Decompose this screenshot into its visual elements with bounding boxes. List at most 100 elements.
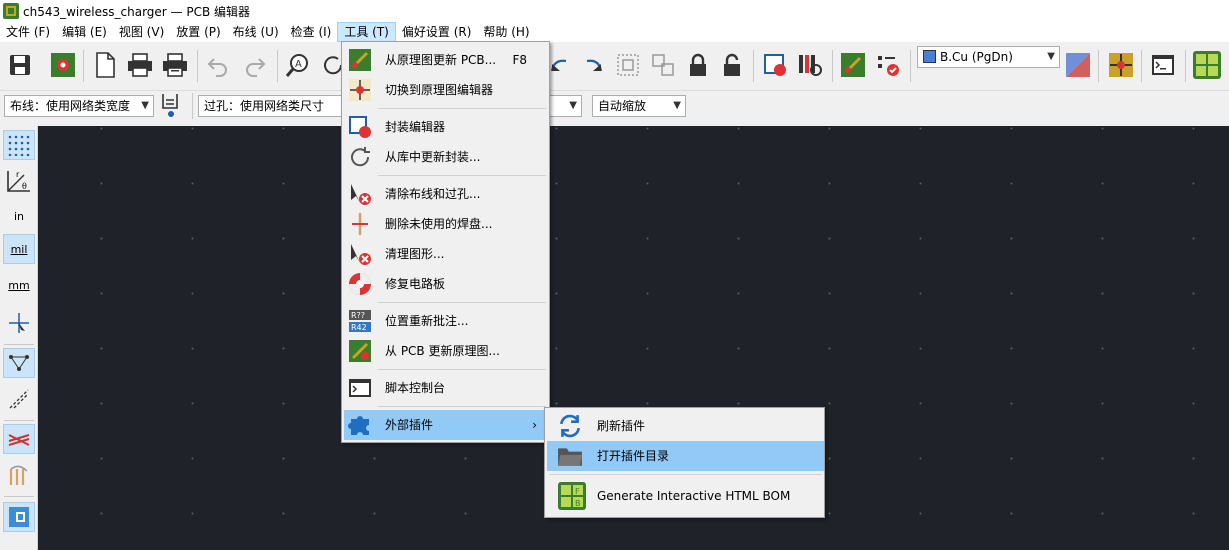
menu-item-switch-to-schematic[interactable]: 切换到原理图编辑器 xyxy=(344,75,547,105)
menu-item-open-plugin-directory[interactable]: 打开插件目录 xyxy=(547,441,824,471)
unlock-icon[interactable] xyxy=(717,50,747,80)
layer-select-value: B.Cu (PgDn) xyxy=(940,50,1013,64)
menu-item-repair-board[interactable]: 修复电路板 xyxy=(344,269,547,299)
schematic-editor-icon xyxy=(349,79,371,101)
menu-preferences[interactable]: 偏好设置 (R) xyxy=(396,22,478,42)
footprint-editor-icon xyxy=(349,116,371,138)
svg-text:r: r xyxy=(16,170,20,179)
menu-item-refresh-plugins[interactable]: 刷新插件 xyxy=(547,411,824,441)
chevron-down-icon: ▼ xyxy=(1047,51,1055,62)
page-settings-icon[interactable] xyxy=(90,50,120,80)
menu-item-remove-unused-pads[interactable]: 删除未使用的焊盘... xyxy=(344,209,547,239)
svg-text:B: B xyxy=(575,499,581,508)
group-icon[interactable] xyxy=(613,50,643,80)
menu-item-update-schematic[interactable]: 从 PCB 更新原理图... xyxy=(344,336,547,366)
print-icon[interactable] xyxy=(125,50,155,80)
secondary-toolbar: 布线：使用网络类宽度 ▼ 过孔：使用网络类尺寸 ▼ 自动缩放 ▼ xyxy=(0,91,1229,121)
ibom-icon[interactable] xyxy=(1192,50,1222,80)
refresh-icon xyxy=(351,147,370,167)
undo-icon[interactable] xyxy=(203,50,233,80)
chevron-down-icon: ▼ xyxy=(141,100,149,111)
update-schematic-icon xyxy=(349,340,371,362)
chevron-down-icon: ▼ xyxy=(673,100,681,111)
reannotate-icon: R?? R42 xyxy=(349,310,371,332)
left-toolbar: rθ in mil mm xyxy=(0,126,38,550)
library-browser-icon[interactable] xyxy=(795,50,825,80)
layer-color-swatch xyxy=(923,50,936,63)
scripting-console-icon[interactable] xyxy=(1148,50,1178,80)
menu-item-geographic-reannotate[interactable]: R?? R42 位置重新批注... xyxy=(344,306,547,336)
menu-item-update-footprints[interactable]: 从库中更新封装... xyxy=(344,142,547,172)
net-highlight-icon[interactable] xyxy=(3,424,35,454)
units-mm-button[interactable]: mm xyxy=(3,270,35,300)
ibom-icon: FB xyxy=(558,482,586,510)
zoom-select[interactable]: 自动缩放 ▼ xyxy=(592,95,686,117)
delete-cursor-icon xyxy=(351,184,371,205)
plot-icon[interactable] xyxy=(160,50,190,80)
units-inches-button[interactable]: in xyxy=(3,202,35,232)
main-toolbar: A B.Cu (PgDn) ▼ xyxy=(0,42,1229,91)
grid-toggle-icon[interactable] xyxy=(3,130,35,160)
svg-text:R42: R42 xyxy=(351,323,367,332)
footprint-editor-icon[interactable] xyxy=(760,50,790,80)
units-mils-button[interactable]: mil xyxy=(3,234,35,264)
layer-pair-icon[interactable] xyxy=(1063,50,1093,80)
ungroup-icon[interactable] xyxy=(648,50,678,80)
save-icon[interactable] xyxy=(5,50,35,80)
console-icon xyxy=(349,379,371,397)
title-bar: ch543_wireless_charger — PCB 编辑器 xyxy=(0,0,1229,22)
refresh-icon xyxy=(560,414,580,438)
unused-pads-icon xyxy=(352,213,368,235)
grid-select[interactable]: ▼ xyxy=(548,95,582,117)
window-title: ch543_wireless_charger — PCB 编辑器 xyxy=(23,4,251,19)
menu-item-scripting-console[interactable]: 脚本控制台 xyxy=(344,373,547,403)
track-width-icon[interactable] xyxy=(157,91,185,119)
menu-edit[interactable]: 编辑 (E) xyxy=(56,22,113,42)
cursor-crosshair-icon[interactable] xyxy=(3,308,35,338)
polar-coords-icon[interactable]: rθ xyxy=(3,166,35,196)
menu-inspect[interactable]: 检查 (I) xyxy=(285,22,338,42)
menu-item-external-plugins[interactable]: 外部插件 › xyxy=(344,410,547,440)
svg-text:R??: R?? xyxy=(351,311,365,320)
menu-item-generate-ibom[interactable]: FB Generate Interactive HTML BOM xyxy=(547,478,824,514)
drc-icon[interactable] xyxy=(873,50,903,80)
submenu-separator xyxy=(549,474,822,475)
ratsnest-icon[interactable] xyxy=(3,348,35,378)
tools-menu: 从原理图更新 PCB... F8 切换到原理图编辑器 封装编辑器 从库中更新封装… xyxy=(341,41,550,443)
repair-icon xyxy=(349,273,371,295)
via-size-select[interactable]: 过孔：使用网络类尺寸 xyxy=(198,95,343,117)
track-width-select[interactable]: 布线：使用网络类宽度 ▼ xyxy=(4,95,154,117)
menu-item-footprint-editor[interactable]: 封装编辑器 xyxy=(344,112,547,142)
menu-item-cleanup-graphics[interactable]: 清理图形... xyxy=(344,239,547,269)
menu-place[interactable]: 放置 (P) xyxy=(170,22,226,42)
menu-item-update-pcb[interactable]: 从原理图更新 PCB... F8 xyxy=(344,45,547,75)
svg-text:θ: θ xyxy=(22,182,27,191)
show-pads-icon[interactable] xyxy=(3,460,35,490)
menu-route[interactable]: 布线 (U) xyxy=(227,22,285,42)
redo-icon[interactable] xyxy=(240,50,270,80)
zoom-value: 自动缩放 xyxy=(598,99,647,113)
submenu-arrow-icon: › xyxy=(532,418,537,432)
via-size-value: 过孔：使用网络类尺寸 xyxy=(204,99,325,113)
svg-text:A: A xyxy=(295,59,302,70)
menu-tools[interactable]: 工具 (T) xyxy=(337,22,396,42)
delete-cursor-icon xyxy=(351,244,371,265)
rotate-cw-icon[interactable] xyxy=(578,50,608,80)
menu-view[interactable]: 视图 (V) xyxy=(113,22,170,42)
zone-fill-icon[interactable] xyxy=(3,502,35,532)
update-pcb-icon[interactable] xyxy=(838,50,868,80)
lock-icon[interactable] xyxy=(683,50,713,80)
layer-select[interactable]: B.Cu (PgDn) ▼ xyxy=(917,46,1060,68)
menu-item-clean-tracks-vias[interactable]: 清除布线和过孔... xyxy=(344,179,547,209)
curved-ratsnest-icon[interactable] xyxy=(3,384,35,414)
track-width-value: 布线：使用网络类宽度 xyxy=(10,99,131,113)
menu-file[interactable]: 文件 (F) xyxy=(0,22,56,42)
net-inspector-icon[interactable] xyxy=(1106,50,1136,80)
menu-help[interactable]: 帮助 (H) xyxy=(477,22,535,42)
svg-text:F: F xyxy=(575,487,580,496)
pcbnew-app-icon xyxy=(3,3,19,19)
board-setup-icon[interactable] xyxy=(48,50,78,80)
find-icon[interactable]: A xyxy=(283,50,313,80)
folder-icon xyxy=(558,448,582,466)
puzzle-icon xyxy=(348,416,369,435)
